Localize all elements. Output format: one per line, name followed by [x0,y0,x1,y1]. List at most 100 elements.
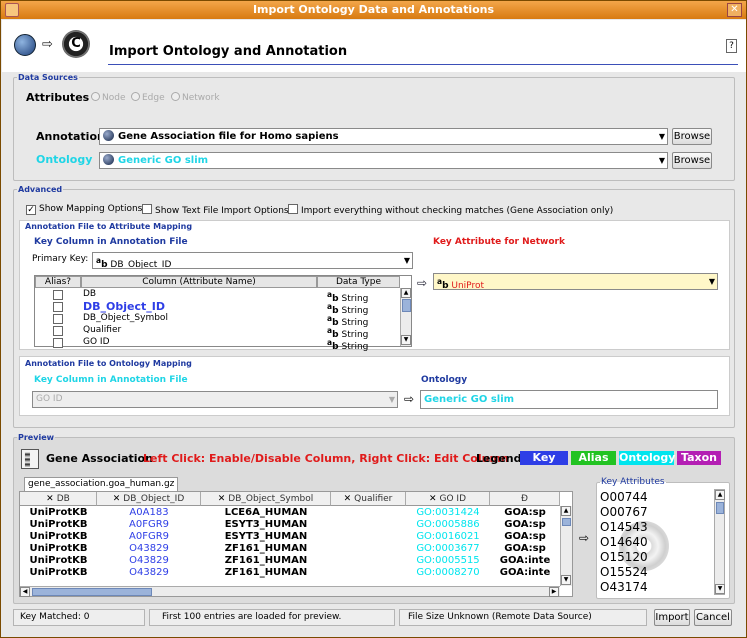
scroll-thumb[interactable] [562,518,571,526]
key-attribute-select[interactable]: ab UniProt ▼ [433,273,718,290]
cancel-button[interactable]: Cancel [694,609,732,626]
option-show-mapping[interactable]: ✓ Show Mapping Options [26,204,142,215]
table-cell[interactable]: UniProtKB [22,555,95,567]
radio-network[interactable]: Network [171,92,220,103]
page-title: Import Ontology and Annotation [109,44,348,59]
radio-edge-icon [131,92,140,101]
close-icon[interactable]: ✕ [429,494,437,504]
checkbox-checked-icon: ✓ [26,205,36,215]
table-cell[interactable]: ESYT3_HUMAN [203,531,329,543]
data-type-value: String [341,342,369,352]
list-item[interactable]: O14640 [600,535,648,549]
preview-vscroll[interactable]: ▲ ▼ [560,506,572,586]
col-header-alias[interactable]: Alias? [35,276,81,288]
table-cell[interactable]: GOA:sp [492,543,558,555]
key-attributes-scrollbar[interactable]: ▲ ▼ [714,489,725,595]
table-cell[interactable]: GOA:inte [492,567,558,579]
list-item[interactable]: O00767 [600,505,648,519]
table-cell[interactable]: GOA:sp [492,519,558,531]
alias-checkbox[interactable] [53,326,63,336]
option-import-everything[interactable]: Import everything without checking match… [288,204,613,216]
list-item[interactable]: O15120 [600,550,648,564]
table-cell[interactable]: GOA:inte [492,555,558,567]
table-cell[interactable]: ZF161_HUMAN [203,543,329,555]
annotation-select[interactable]: Gene Association file for Homo sapiens ▼ [99,128,668,145]
scroll-left-icon[interactable]: ◀ [20,587,30,597]
preview-col-header[interactable]: ✕ Qualifier [331,492,406,506]
preview-col-header[interactable]: Đ [490,492,560,506]
table-cell[interactable]: UniProtKB [22,531,95,543]
scroll-up-icon[interactable]: ▲ [715,490,725,500]
preview-col-header[interactable]: ✕ DB_Object_ID [97,492,201,506]
preview-hscroll[interactable]: ◀ ▶ [20,586,560,597]
table-cell[interactable]: ESYT3_HUMAN [203,519,329,531]
help-button[interactable]: ? [726,39,737,53]
ontology-browse-button[interactable]: Browse [672,152,712,169]
table-cell[interactable]: A0FGR9 [99,531,199,543]
table-cell[interactable]: A0A183 [99,507,199,519]
alias-checkbox[interactable] [53,290,63,300]
table-row[interactable]: DB_Object_ID ab String [35,301,400,316]
table-cell[interactable]: GO:0016021 [408,531,488,543]
preview-col-header[interactable]: ✕ GO ID [406,492,490,506]
table-cell[interactable]: GO:0008270 [408,567,488,579]
table-cell[interactable]: UniProtKB [22,567,95,579]
table-row[interactable]: DB_Object_Symbol ab String [35,313,400,328]
table-cell[interactable]: GOA:sp [492,507,558,519]
close-icon[interactable]: ✕ [46,494,54,504]
close-icon[interactable]: ✕ [727,3,742,17]
table-cell[interactable]: LCE6A_HUMAN [203,507,329,519]
list-item[interactable]: O43174 [600,580,648,594]
table-cell[interactable]: ZF161_HUMAN [203,567,329,579]
table-row[interactable]: GO ID ab String [35,337,400,352]
table-cell[interactable]: O43829 [99,567,199,579]
scroll-right-icon[interactable]: ▶ [549,587,559,597]
close-icon[interactable]: ✕ [344,494,352,504]
title-bar[interactable]: Import Ontology Data and Annotations ✕ [1,1,746,19]
table-cell[interactable]: GOA:sp [492,531,558,543]
ontology-select[interactable]: Generic GO slim ▼ [99,152,668,169]
scroll-thumb[interactable] [716,502,724,514]
table-cell[interactable]: A0FGR9 [99,519,199,531]
alias-checkbox[interactable] [53,338,63,348]
alias-checkbox[interactable] [53,314,63,324]
scroll-up-icon[interactable]: ▲ [561,506,571,516]
table-cell[interactable]: ZF161_HUMAN [203,555,329,567]
col-header-type[interactable]: Data Type [317,276,400,288]
tab-preview-file[interactable]: gene_association.goa_human.gz [24,477,179,491]
table-cell[interactable]: UniProtKB [22,519,95,531]
table-cell[interactable]: O43829 [99,555,199,567]
close-icon[interactable]: ✕ [113,494,121,504]
table-cell[interactable]: GO:0003677 [408,543,488,555]
scroll-down-icon[interactable]: ▼ [561,575,571,585]
scroll-down-icon[interactable]: ▼ [715,584,725,594]
primary-key-select[interactable]: ab DB_Object_ID ▼ [92,252,413,269]
list-item[interactable]: O00744 [600,490,648,504]
table-cell[interactable]: GO:0005515 [408,555,488,567]
alias-checkbox[interactable] [53,302,63,312]
onto-key-column-select[interactable]: GO ID ▼ [32,391,398,408]
close-icon[interactable]: ✕ [218,494,226,504]
scroll-down-icon[interactable]: ▼ [401,335,411,345]
import-button[interactable]: Import [654,609,690,626]
option-show-text-import[interactable]: Show Text File Import Options [142,204,289,216]
table-cell[interactable]: O43829 [99,543,199,555]
attribute-table-scrollbar[interactable]: ▲ ▼ [400,288,411,346]
annotation-browse-button[interactable]: Browse [672,128,712,145]
list-item[interactable]: O15524 [600,565,648,579]
scroll-up-icon[interactable]: ▲ [401,288,411,298]
table-cell[interactable]: UniProtKB [22,507,95,519]
scroll-thumb[interactable] [402,299,411,312]
hscroll-thumb[interactable] [32,588,152,596]
list-item[interactable]: O14543 [600,520,648,534]
radio-edge[interactable]: Edge [131,92,165,103]
table-cell[interactable]: GO:0031424 [408,507,488,519]
table-cell[interactable]: UniProtKB [22,543,95,555]
table-cell[interactable]: GO:0005886 [408,519,488,531]
table-row[interactable]: Qualifier ab String [35,325,400,340]
primary-key-label: Primary Key: [32,254,89,264]
col-header-column[interactable]: Column (Attribute Name) [81,276,317,288]
radio-node[interactable]: Node [91,92,126,103]
preview-col-header[interactable]: ✕ DB_Object_Symbol [201,492,331,506]
preview-col-header[interactable]: ✕ DB [20,492,97,506]
